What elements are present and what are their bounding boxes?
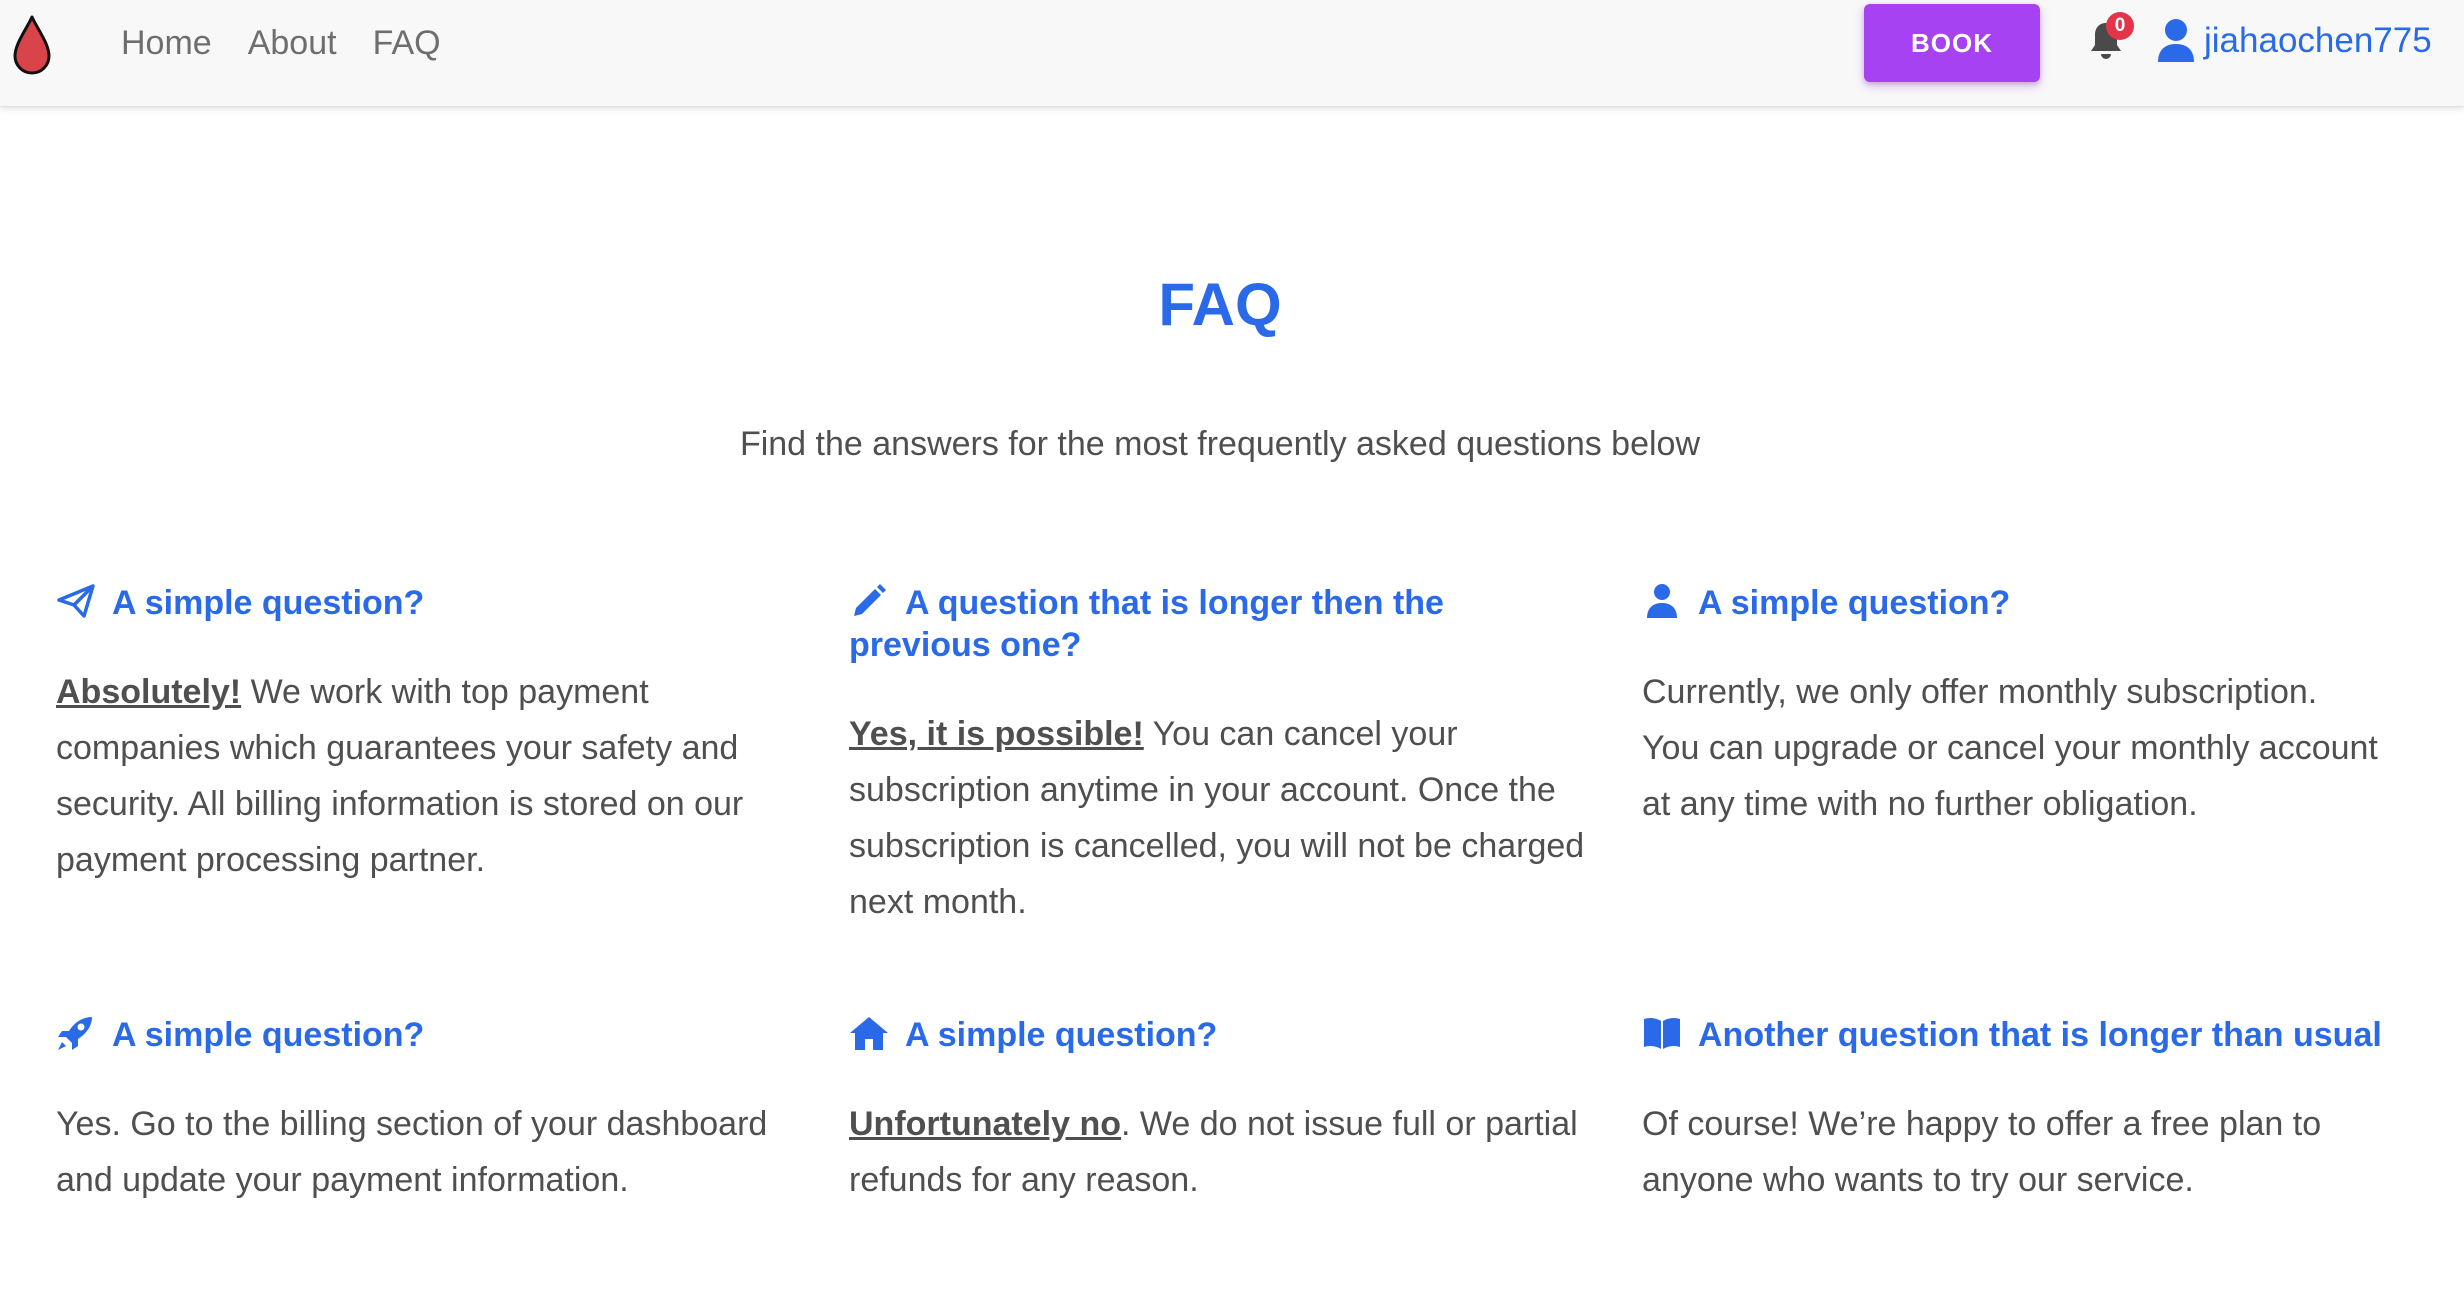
faq-question: A simple question? [56,1014,796,1056]
blood-drop-icon[interactable] [12,14,52,76]
faq-answer: Yes. Go to the billing section of your d… [56,1096,796,1208]
page-title: FAQ [1158,271,1282,338]
faq-answer-text: Of course! We’re happy to offer a free p… [1642,1105,2322,1199]
notifications-button[interactable]: 0 [2088,12,2134,64]
home-icon [849,1015,889,1051]
faq-question: A simple question? [1642,582,2382,624]
nav-link-home[interactable]: Home [121,21,212,65]
faq-question-text: A simple question? [112,584,425,622]
book-open-icon [1642,1015,1682,1051]
faq-answer-text: Yes. Go to the billing section of your d… [56,1105,768,1199]
faq-answer: Of course! We’re happy to offer a free p… [1642,1096,2382,1208]
nav-link-faq[interactable]: FAQ [373,21,441,65]
faq-item: A question that is longer then the previ… [849,582,1589,930]
faq-question-text: A simple question? [905,1016,1218,1054]
faq-question: A question that is longer then the previ… [849,582,1589,666]
user-menu[interactable]: jiahaochen775 [2156,18,2432,64]
faq-question-text: A question that is longer then the previ… [849,584,1444,664]
faq-answer: Absolutely! We work with top payment com… [56,664,796,888]
faq-item: A simple question? Unfortunately no. We … [849,1014,1589,1208]
book-button[interactable]: BOOK [1864,4,2040,82]
notification-count-badge: 0 [2106,12,2134,40]
faq-answer: Yes, it is possible! You can cancel your… [849,706,1589,930]
navbar: Home About FAQ BOOK 0 jiahaochen775 [0,0,2464,106]
paper-plane-icon [56,583,96,619]
faq-answer-lead: Yes, it is possible! [849,715,1144,753]
faq-item: Another question that is longer than usu… [1642,1014,2382,1208]
username: jiahaochen775 [2204,21,2432,60]
faq-question: A simple question? [849,1014,1589,1056]
pencil-icon [849,583,889,619]
page-subtitle: Find the answers for the most frequently… [739,425,1701,463]
faq-question-text: A simple question? [1698,584,2011,622]
faq-question-text: Another question that is longer than usu… [1698,1016,2382,1054]
faq-question: Another question that is longer than usu… [1642,1014,2382,1056]
faq-item: A simple question? Currently, we only of… [1642,582,2382,832]
faq-question-text: A simple question? [112,1016,425,1054]
faq-answer: Currently, we only offer monthly subscri… [1642,664,2382,832]
faq-answer-lead: Absolutely! [56,673,242,711]
faq-answer-text: Currently, we only offer monthly subscri… [1642,673,2378,823]
nav-links: Home About FAQ [121,21,477,65]
faq-item: A simple question? Absolutely! We work w… [56,582,796,888]
faq-answer-lead: Unfortunately no [849,1105,1121,1143]
faq-item: A simple question? Yes. Go to the billin… [56,1014,796,1208]
rocket-icon [56,1015,96,1051]
faq-answer: Unfortunately no. We do not issue full o… [849,1096,1589,1208]
nav-link-about[interactable]: About [248,21,337,65]
faq-question: A simple question? [56,582,796,624]
user-icon [1642,583,1682,619]
user-icon [2158,19,2194,62]
